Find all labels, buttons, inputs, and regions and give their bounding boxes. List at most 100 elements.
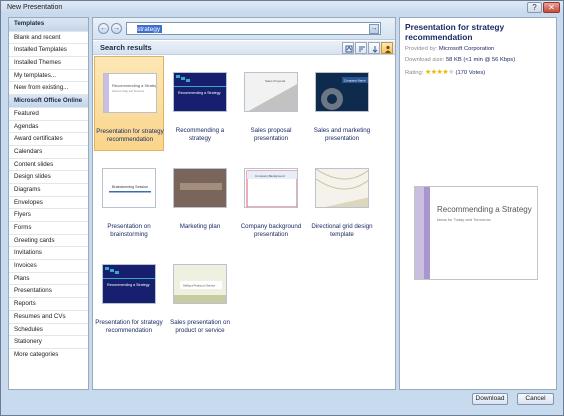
sidebar-item-greeting-cards[interactable]: Greeting cards <box>9 233 88 247</box>
svg-text:Company Name: Company Name <box>344 79 366 83</box>
sidebar-item-forms[interactable]: Forms <box>9 221 88 234</box>
title-bar: New Presentation ? ✕ <box>1 1 563 15</box>
sidebar-item-agendas[interactable]: Agendas <box>9 119 88 133</box>
votes-count: (170 Votes) <box>455 70 486 76</box>
back-button[interactable]: ← <box>98 23 109 34</box>
sidebar-item-content-slides[interactable]: Content slides <box>9 157 88 171</box>
rating-label: Rating: <box>405 70 424 76</box>
template-tile[interactable]: Directional grid design template <box>307 152 377 247</box>
template-label[interactable]: Company background presentation <box>236 223 306 239</box>
template-thumbnail[interactable] <box>315 168 369 208</box>
template-tile[interactable]: Selling a Product or Service Sales presen… <box>165 248 235 343</box>
sidebar-item-design-slides[interactable]: Design slides <box>9 170 88 183</box>
download-size-row: Download size: 58 KB (<1 min @ 56 Kbps) <box>405 57 515 63</box>
cancel-button[interactable]: Cancel <box>517 393 554 405</box>
sidebar-item-flyers[interactable]: Flyers <box>9 208 88 221</box>
template-thumbnail[interactable]: Company Background <box>244 168 298 208</box>
template-tile[interactable]: Recommending a Strategy Presentation for … <box>94 248 164 343</box>
sidebar-item-blank-and-recent[interactable]: Blank and recent <box>9 30 88 44</box>
sidebar-item-my-templates[interactable]: My templates... <box>9 68 88 82</box>
sort-descending-icon[interactable] <box>368 42 380 54</box>
svg-text:Company Background: Company Background <box>255 174 285 178</box>
provided-by-label: Provided by: <box>405 46 438 52</box>
sidebar-item-award-certificates[interactable]: Award certificates <box>9 132 88 145</box>
template-preview-pane: Presentation for strategy recommendation… <box>399 17 557 390</box>
template-label[interactable]: Presentation for strategy recommendation <box>94 319 164 335</box>
sidebar-item-more-categories[interactable]: More categories <box>9 347 88 361</box>
template-tile[interactable]: Company Name Sales and marketing presenta… <box>307 56 377 151</box>
svg-text:Ideas for Today and Tomorrow: Ideas for Today and Tomorrow <box>112 90 144 93</box>
rating-stars-icon[interactable]: ★★★★★ <box>425 68 454 76</box>
template-tile[interactable]: Recommending a Strategy Recommending a st… <box>165 56 235 151</box>
sidebar-item-invitations[interactable]: Invitations <box>9 246 88 259</box>
search-results-pane: ← → → Search results Recommending a <box>92 17 396 390</box>
sidebar-item-calendars[interactable]: Calendars <box>9 144 88 158</box>
svg-text:Brainstorming Session: Brainstorming Session <box>112 185 148 189</box>
provided-by-row: Provided by: Microsoft Corporation <box>405 46 494 52</box>
sidebar-item-microsoft-office-online[interactable]: Microsoft Office Online <box>9 94 88 107</box>
template-label[interactable]: Presentation on brainstorming <box>94 223 164 239</box>
sidebar-item-installed-themes[interactable]: Installed Themes <box>9 56 88 69</box>
sidebar-item-new-from-existing[interactable]: New from existing... <box>9 81 88 94</box>
template-thumbnail[interactable] <box>173 168 227 208</box>
template-thumbnail[interactable]: Recommending a Strategy <box>102 264 156 304</box>
template-tile[interactable]: Recommending a Strategy Ideas for Today a… <box>94 56 164 151</box>
template-thumbnail[interactable]: Recommending a Strategy <box>173 72 227 112</box>
rating-row: Rating: ★★★★★ (170 Votes) <box>405 68 485 76</box>
results-title: Search results <box>100 43 152 52</box>
svg-text:Recommending a Strategy: Recommending a Strategy <box>107 283 150 287</box>
sidebar-item-plans[interactable]: Plans <box>9 271 88 285</box>
sidebar-item-installed-templates[interactable]: Installed Templates <box>9 43 88 56</box>
new-presentation-dialog: New Presentation ? ✕ Templates Blank and … <box>0 0 564 416</box>
download-button[interactable]: Download <box>472 393 508 405</box>
download-size-label: Download size: <box>405 57 445 63</box>
svg-text:Sales Proposal: Sales Proposal <box>265 79 286 83</box>
close-button[interactable]: ✕ <box>543 2 560 13</box>
sidebar-item-presentations[interactable]: Presentations <box>9 284 88 297</box>
template-label[interactable]: Presentation for strategy recommendation <box>95 128 165 144</box>
sidebar-item-resumes-and-cvs[interactable]: Resumes and CVs <box>9 309 88 323</box>
download-size-value: 58 KB (<1 min @ 56 Kbps) <box>445 57 516 63</box>
svg-text:Selling a Product or Service: Selling a Product or Service <box>183 284 216 288</box>
template-label[interactable]: Sales and marketing presentation <box>307 127 377 143</box>
provided-by-value[interactable]: Microsoft Corporation <box>439 46 494 52</box>
sidebar-item-diagrams[interactable]: Diagrams <box>9 182 88 196</box>
svg-text:Recommending a Strategy: Recommending a Strategy <box>112 83 157 88</box>
search-box: → <box>126 22 381 35</box>
forward-button[interactable]: → <box>111 23 122 34</box>
template-thumbnail[interactable]: Selling a Product or Service <box>173 264 227 304</box>
template-label[interactable]: Sales presentation on product or service <box>165 319 235 335</box>
sidebar-item-stationery[interactable]: Stationery <box>9 335 88 348</box>
search-toolbar: ← → → <box>93 18 395 40</box>
sidebar-item-invoices[interactable]: Invoices <box>9 259 88 272</box>
template-tile[interactable]: Company Background Company background pre… <box>236 152 306 247</box>
template-label[interactable]: Sales proposal presentation <box>236 127 306 143</box>
template-categories-sidebar: Templates Blank and recent Installed Templ… <box>8 17 89 390</box>
search-go-button[interactable]: → <box>369 24 379 34</box>
sidebar-item-schedules[interactable]: Schedules <box>9 322 88 336</box>
template-label[interactable]: Recommending a strategy <box>165 127 235 143</box>
template-tile[interactable]: Sales Proposal Sales proposal presentatio… <box>236 56 306 151</box>
sidebar-item-featured[interactable]: Featured <box>9 106 88 120</box>
template-thumbnail[interactable]: Recommending a Strategy Ideas for Today a… <box>103 73 157 113</box>
results-header: Search results <box>93 41 395 55</box>
window-title: New Presentation <box>7 4 63 11</box>
template-label[interactable]: Marketing plan <box>165 223 235 231</box>
user-icon[interactable] <box>381 42 393 54</box>
sort-by-name-icon[interactable] <box>355 42 367 54</box>
sidebar-item-reports[interactable]: Reports <box>9 297 88 310</box>
svg-text:Recommending a Strategy: Recommending a Strategy <box>178 91 221 95</box>
search-input[interactable] <box>129 24 369 34</box>
preview-slide-image: Recommending a Strategy Ideas for Today … <box>414 186 538 280</box>
template-thumbnail[interactable]: Sales Proposal <box>244 72 298 112</box>
template-thumbnail[interactable]: Brainstorming Session <box>102 168 156 208</box>
template-tile[interactable]: Marketing plan <box>165 152 235 247</box>
preview-slide-subtitle: Ideas for Today and Tomorrow <box>437 217 491 222</box>
template-label[interactable]: Directional grid design template <box>307 223 377 239</box>
sort-by-rating-icon[interactable] <box>342 42 354 54</box>
template-thumbnail[interactable]: Company Name <box>315 72 369 112</box>
sidebar-item-templates[interactable]: Templates <box>9 18 88 31</box>
sidebar-item-envelopes[interactable]: Envelopes <box>9 195 88 209</box>
help-button[interactable]: ? <box>527 2 542 13</box>
template-tile[interactable]: Brainstorming Session Presentation on bra… <box>94 152 164 247</box>
